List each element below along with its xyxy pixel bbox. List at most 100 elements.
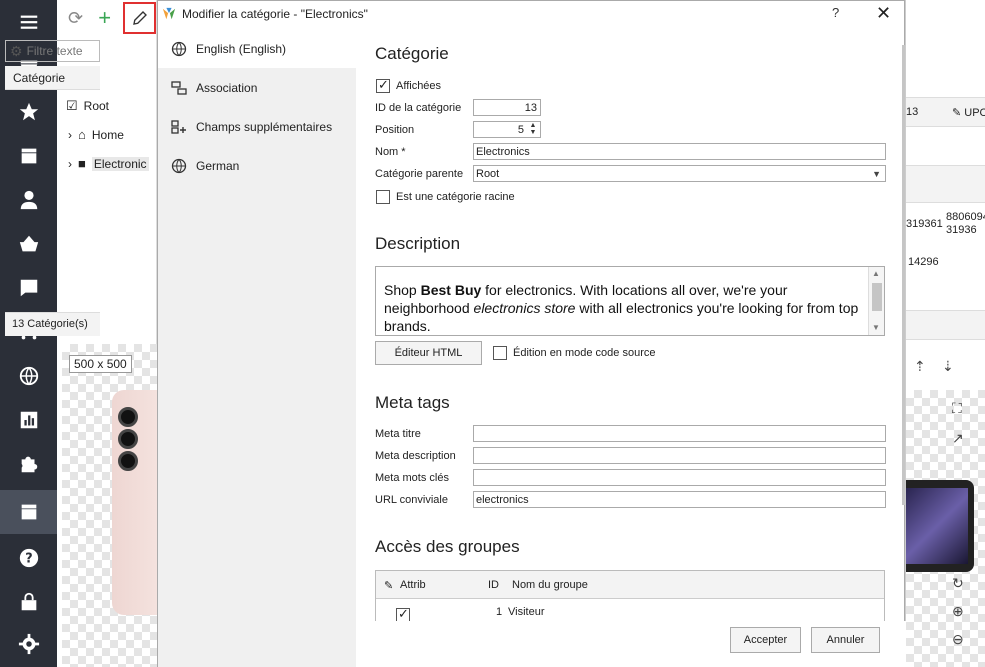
help-icon[interactable]: ? — [0, 536, 57, 580]
lang-item-association[interactable]: Association — [158, 68, 356, 107]
meta-keywords-field[interactable] — [473, 469, 886, 486]
dialog-scrollbar[interactable] — [902, 31, 906, 631]
meta-description-field[interactable] — [473, 447, 886, 464]
dialog-footer: Accepter Annuler — [356, 621, 906, 667]
html-editor-button[interactable]: Éditeur HTML — [375, 341, 482, 365]
globe-icon[interactable] — [0, 354, 57, 398]
tablet-image — [906, 480, 974, 572]
chevron-right-icon[interactable]: › — [68, 128, 72, 142]
meta-description-label: Meta description — [375, 450, 456, 462]
grid-cell: 31936 — [946, 224, 977, 236]
lock-icon[interactable] — [0, 580, 57, 624]
name-field[interactable]: Electronics — [473, 143, 886, 160]
tree-item-home[interactable]: › ⌂ Home — [68, 127, 124, 142]
scroll-down-icon[interactable]: ▼ — [872, 323, 880, 332]
zoom-in-icon[interactable]: ⊕ — [952, 603, 964, 620]
gear-icon[interactable] — [0, 622, 57, 666]
fit-icon[interactable]: ⛶ — [952, 400, 962, 417]
accept-button[interactable]: Accepter — [730, 627, 801, 653]
grid-band — [906, 165, 985, 203]
url-field[interactable]: electronics — [473, 491, 886, 508]
tree-item-electronics[interactable]: › ■ Electronic — [68, 156, 149, 171]
star-icon[interactable] — [0, 90, 57, 134]
meta-title-field[interactable] — [473, 425, 886, 442]
help-button[interactable]: ? — [832, 5, 839, 20]
shown-label: Affichées — [396, 80, 442, 92]
lang-item-english[interactable]: English (English) — [158, 29, 356, 68]
menu-icon[interactable] — [0, 0, 57, 44]
edit-pencil-icon[interactable] — [123, 2, 156, 34]
refresh-icon[interactable]: ⟳ — [65, 7, 86, 29]
external-link-icon[interactable]: ↗ — [952, 430, 964, 447]
source-mode-checkbox[interactable] — [493, 346, 507, 360]
filter-input[interactable]: ⚙ Filtre texte — [5, 40, 100, 62]
globe-icon — [171, 158, 187, 173]
chart-icon[interactable] — [0, 398, 57, 442]
cancel-button[interactable]: Annuler — [811, 627, 880, 653]
group-access-checkbox[interactable] — [396, 606, 410, 622]
comment-icon[interactable] — [0, 266, 57, 310]
category-icon[interactable] — [0, 490, 57, 534]
position-stepper[interactable]: 5 ▲ ▼ — [473, 121, 541, 138]
dialog-titlebar: Modifier la catégorie - "Electronics" — [158, 1, 906, 27]
grid-cell: 8806094 — [946, 211, 985, 223]
inbox-icon[interactable] — [0, 134, 57, 178]
root-icon: ☑ — [66, 98, 78, 113]
pencil-icon: ✎ — [952, 107, 962, 119]
product-grid-bg: 13 ✎ UPC 319361 8806094 31936 14296 ⇡ ⇣ … — [905, 0, 985, 667]
camera-lens — [118, 429, 138, 449]
id-field[interactable]: 13 — [473, 99, 541, 116]
tree-item-root[interactable]: ☑ Root — [66, 98, 109, 114]
language-list: English (English) Association Champs sup… — [158, 29, 356, 667]
home-icon: ⌂ — [78, 127, 86, 142]
scroll-up-icon[interactable]: ▲ — [872, 269, 880, 278]
meta-title-label: Meta titre — [375, 428, 421, 440]
section-heading-meta: Meta tags — [375, 393, 450, 412]
image-dimensions: 500 x 500 — [69, 355, 132, 373]
root-checkbox[interactable] — [376, 190, 390, 204]
group-id: 1 — [496, 606, 503, 618]
zoom-out-icon[interactable]: ⊖ — [952, 631, 964, 648]
lang-item-extra-fields[interactable]: Champs supplémentaires — [158, 107, 356, 146]
scrollbar-thumb[interactable] — [902, 45, 905, 505]
chevron-right-icon[interactable]: › — [68, 157, 72, 171]
scrollbar-thumb[interactable] — [872, 283, 882, 311]
col-id[interactable]: ID — [488, 579, 499, 591]
grid-header-cell: 13 — [906, 106, 919, 118]
description-editor[interactable]: Shop Best Buy for electronics. With loca… — [375, 266, 885, 336]
svg-text:?: ? — [25, 552, 32, 567]
section-heading-groups: Accès des groupes — [375, 537, 520, 556]
url-label: URL conviviale — [375, 494, 448, 506]
category-toolbar: ⟳ + — [57, 0, 156, 36]
globe-icon — [171, 41, 187, 56]
close-button[interactable]: ✕ — [876, 3, 891, 24]
position-label: Position — [375, 124, 415, 136]
section-heading-description: Description — [375, 234, 461, 253]
lang-item-german[interactable]: German — [158, 146, 356, 185]
edit-category-dialog: Modifier la catégorie - "Electronics" ? … — [157, 0, 906, 667]
grid-band — [906, 310, 985, 340]
shown-checkbox[interactable] — [376, 77, 390, 93]
pencil-icon: ✎ — [384, 580, 394, 592]
chevron-down-icon: ▼ — [872, 169, 881, 179]
basket-icon[interactable] — [0, 222, 57, 266]
rotate-icon[interactable]: ↻ — [952, 575, 964, 592]
stepper-arrows-icon[interactable]: ▲ ▼ — [527, 122, 539, 137]
add-icon[interactable]: + — [94, 5, 115, 30]
grid-cell: 319361 — [906, 218, 943, 230]
parent-select[interactable]: Root ▼ — [473, 165, 886, 182]
col-attr[interactable]: Attrib — [400, 579, 426, 591]
description-scrollbar[interactable]: ▲ ▼ — [868, 267, 884, 335]
user-icon[interactable] — [0, 178, 57, 222]
groups-table-header: ✎ Attrib ID Nom du groupe — [376, 571, 884, 599]
move-down-icon[interactable]: ⇣ — [942, 358, 954, 375]
camera-lens — [118, 407, 138, 427]
name-label: Nom * — [375, 146, 406, 158]
grid-header-upc: ✎ UPC — [952, 107, 985, 119]
puzzle-icon[interactable] — [0, 442, 57, 486]
col-group-name[interactable]: Nom du groupe — [512, 579, 588, 591]
move-up-icon[interactable]: ⇡ — [914, 358, 926, 375]
gear-icon[interactable]: ⚙ — [10, 43, 23, 60]
category-count: 13 Catégorie(s) — [5, 312, 100, 336]
description-text: Shop Best Buy for electronics. With loca… — [384, 282, 859, 334]
